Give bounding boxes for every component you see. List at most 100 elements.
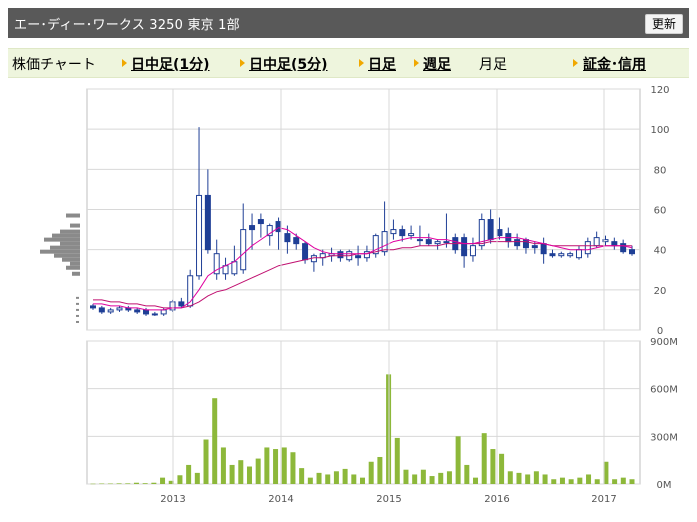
tab-intraday-1min[interactable]: 日中足(1分) bbox=[131, 54, 210, 74]
volume-panel: 0M 300M 600M 900M bbox=[86, 337, 678, 491]
volume-bar bbox=[273, 449, 279, 484]
profile-tick bbox=[76, 296, 79, 299]
volume-bar bbox=[342, 468, 348, 484]
profile-bar bbox=[70, 223, 80, 228]
volume-bar bbox=[116, 483, 122, 484]
volume-bar bbox=[368, 461, 374, 484]
page-title: エー･ディー･ワークス 3250 東京 1部 bbox=[14, 18, 240, 33]
profile-bar bbox=[66, 213, 80, 218]
candle bbox=[231, 261, 238, 275]
volume-bar bbox=[360, 477, 365, 484]
candle bbox=[593, 237, 600, 247]
volume-bar bbox=[246, 466, 252, 484]
volume-bar bbox=[177, 475, 183, 484]
volume-bar bbox=[481, 433, 487, 484]
candle bbox=[540, 243, 547, 255]
volume-bar bbox=[281, 447, 287, 484]
arrow-icon bbox=[359, 59, 364, 67]
volume-bar bbox=[316, 472, 322, 484]
tab-monthly: 月足 bbox=[479, 57, 507, 73]
price-panel: 0 20 40 60 80 100 120 bbox=[86, 85, 670, 337]
candle bbox=[531, 245, 538, 249]
candle bbox=[204, 194, 211, 251]
arrow-icon bbox=[240, 59, 245, 67]
candle bbox=[213, 253, 220, 275]
volume-bar bbox=[142, 483, 148, 484]
volume-bar bbox=[307, 477, 313, 484]
y-tick-label: 300M bbox=[650, 432, 678, 443]
volume-bar bbox=[473, 477, 479, 484]
candle bbox=[381, 231, 388, 253]
candle bbox=[98, 307, 105, 313]
candle bbox=[116, 307, 123, 311]
candle bbox=[461, 237, 468, 257]
profile-bar bbox=[70, 261, 80, 266]
tab-intraday-5min[interactable]: 日中足(5分) bbox=[249, 54, 328, 74]
profile-tick bbox=[76, 320, 79, 323]
volume-bar bbox=[586, 474, 592, 484]
y-tick-label: 900M bbox=[650, 337, 678, 348]
candle bbox=[434, 241, 441, 245]
y-tick-label: 40 bbox=[654, 246, 667, 257]
candle bbox=[416, 239, 423, 242]
volume-bar bbox=[420, 469, 426, 484]
volume-bar bbox=[186, 464, 192, 484]
volume-bar bbox=[464, 464, 470, 484]
volume-bar bbox=[551, 479, 557, 484]
y-tick-label: 20 bbox=[654, 286, 667, 297]
volume-bar bbox=[403, 469, 409, 484]
volume-bar bbox=[455, 436, 461, 484]
candle bbox=[611, 241, 618, 247]
candle bbox=[522, 239, 529, 249]
candle bbox=[496, 229, 503, 237]
arrow-icon bbox=[122, 59, 127, 67]
candle bbox=[169, 301, 176, 311]
tab-daily[interactable]: 日足 bbox=[368, 54, 396, 74]
candle bbox=[558, 253, 565, 257]
volume-bar bbox=[212, 398, 218, 484]
x-tick-label: 2013 bbox=[160, 494, 185, 505]
volume-profile bbox=[40, 213, 80, 323]
volume-bar bbox=[238, 460, 244, 484]
tab-margin-credit[interactable]: 証金･信用 bbox=[583, 54, 646, 74]
profile-bar bbox=[50, 245, 80, 250]
volume-bar bbox=[507, 471, 513, 484]
volume-bar bbox=[194, 472, 200, 484]
candle bbox=[107, 309, 114, 313]
volume-bar bbox=[151, 482, 157, 484]
y-tick-label: 0M bbox=[657, 480, 672, 491]
candle bbox=[257, 219, 264, 225]
volume-bar bbox=[629, 479, 635, 484]
x-tick-label: 2014 bbox=[268, 494, 293, 505]
volume-bar bbox=[516, 472, 522, 484]
candle bbox=[187, 275, 194, 307]
volume-bar bbox=[325, 474, 331, 484]
candle bbox=[372, 235, 379, 255]
volume-bar bbox=[386, 374, 392, 484]
volume-bar bbox=[577, 477, 583, 484]
profile-bar bbox=[44, 237, 80, 242]
candle bbox=[363, 251, 370, 259]
candle bbox=[143, 309, 150, 315]
moving-average-short bbox=[93, 227, 633, 311]
candle bbox=[478, 219, 485, 247]
candle bbox=[390, 229, 397, 235]
moving-average-long bbox=[93, 241, 632, 309]
profile-tick bbox=[76, 302, 79, 305]
volume-bar bbox=[229, 464, 235, 484]
refresh-button[interactable]: 更新 bbox=[644, 14, 683, 34]
candle bbox=[302, 243, 309, 261]
candle bbox=[125, 307, 132, 311]
candle bbox=[240, 229, 247, 271]
volume-bar bbox=[438, 472, 444, 484]
candle bbox=[266, 225, 273, 237]
stock-chart: 020406080100120 0M300M600M900M 2013 2014 2… bbox=[40, 85, 678, 505]
chart-tabs: 株価チャート 日中足(1分) 日中足(5分) 日足 週足 月足 証金･信用 bbox=[8, 48, 689, 78]
candle bbox=[346, 251, 353, 261]
volume-bar bbox=[168, 480, 174, 484]
volume-bar bbox=[603, 461, 609, 484]
x-axis: 2013 2014 2015 2016 2017 bbox=[160, 89, 617, 505]
tab-weekly[interactable]: 週足 bbox=[423, 54, 451, 74]
candle bbox=[505, 233, 512, 243]
candle bbox=[178, 301, 185, 307]
